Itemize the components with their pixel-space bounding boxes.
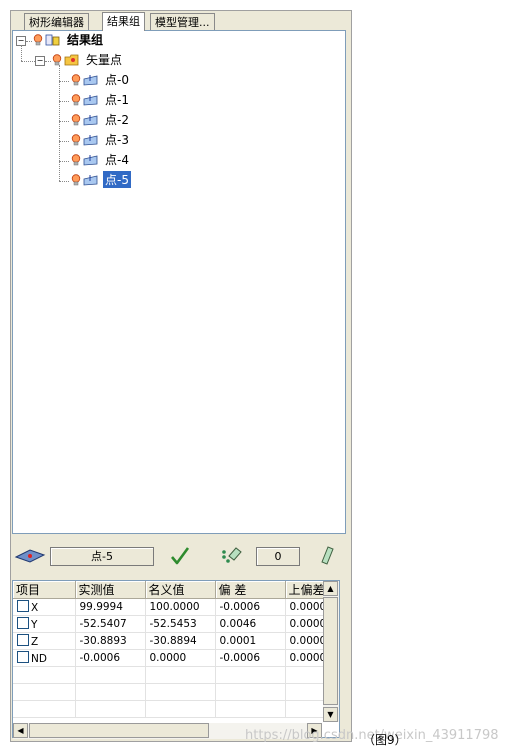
nominal-cell: 100.0000 xyxy=(145,598,216,616)
confirm-check-icon[interactable] xyxy=(170,546,190,566)
count-field[interactable]: 0 xyxy=(256,547,300,566)
lightbulb-icon xyxy=(71,174,81,186)
results-table: 项目 实测值 名义值 偏 差 上偏差 X 99.9994 100.0000 -0… xyxy=(13,581,336,718)
table-row[interactable]: ND -0.0006 0.0000 -0.0006 0.0000 xyxy=(13,649,336,667)
item-label: Z xyxy=(31,636,39,648)
horizontal-scroll-thumb[interactable] xyxy=(29,723,209,738)
tab-tree-editor[interactable]: 树形编辑器 xyxy=(24,13,89,30)
probe-point-icon[interactable] xyxy=(14,547,46,565)
lightbulb-icon xyxy=(71,74,81,86)
vertical-scroll-thumb[interactable] xyxy=(323,597,338,705)
row-checkbox[interactable] xyxy=(17,600,29,612)
tree-group-label[interactable]: 矢量点 xyxy=(84,51,124,68)
lightbulb-icon xyxy=(71,134,81,146)
table-row[interactable]: X 99.9994 100.0000 -0.0006 0.0000 xyxy=(13,598,336,616)
vertical-scrollbar[interactable]: ▲ ▼ xyxy=(323,581,339,722)
table-row-empty xyxy=(13,683,336,701)
deviation-cell: 0.0001 xyxy=(215,632,286,650)
vector-point-icon xyxy=(83,75,98,86)
tab-strip: 树形编辑器 结果组 模型管理... xyxy=(10,12,340,31)
row-checkbox[interactable] xyxy=(17,617,29,629)
item-cell: X xyxy=(13,598,76,616)
row-checkbox[interactable] xyxy=(17,651,29,663)
scroll-left-icon[interactable]: ◀ xyxy=(13,723,28,738)
vector-point-icon xyxy=(83,95,98,106)
vector-point-icon xyxy=(83,175,98,186)
lightbulb-icon xyxy=(71,114,81,126)
nominal-cell: -52.5453 xyxy=(145,615,216,633)
deviation-cell: 0.0046 xyxy=(215,615,286,633)
tree-point-item[interactable]: 点-4 xyxy=(103,151,131,168)
tab-model-manager[interactable]: 模型管理... xyxy=(150,13,215,30)
measured-cell: 99.9994 xyxy=(75,598,146,616)
lightbulb-icon xyxy=(71,154,81,166)
table-row-empty xyxy=(13,700,336,718)
col-nominal-header[interactable]: 名义值 xyxy=(145,581,216,599)
eraser-icon[interactable] xyxy=(318,544,336,566)
vector-point-icon xyxy=(83,135,98,146)
vector-point-icon xyxy=(83,155,98,166)
table-header-row: 项目 实测值 名义值 偏 差 上偏差 xyxy=(13,581,336,599)
lightbulb-icon xyxy=(71,94,81,106)
item-cell: Z xyxy=(13,632,76,650)
nominal-cell: -30.8894 xyxy=(145,632,216,650)
deviation-cell: -0.0006 xyxy=(215,598,286,616)
tree-point-item[interactable]: 点-0 xyxy=(103,71,131,88)
nominal-cell: 0.0000 xyxy=(145,649,216,667)
folder-icon xyxy=(64,54,79,66)
tree-point-item-selected[interactable]: 点-5 xyxy=(103,171,131,188)
table-row-empty xyxy=(13,666,336,684)
figure-caption: （图9） xyxy=(363,733,407,747)
measured-cell: -52.5407 xyxy=(75,615,146,633)
result-tree[interactable]: − 结果组 − 矢量点 点-0 点-1 点-2 点-3 点-4 点-5 xyxy=(12,30,346,534)
item-label: X xyxy=(31,602,39,614)
table-row[interactable]: Z -30.8893 -30.8894 0.0001 0.0000 xyxy=(13,632,336,650)
item-cell: Y xyxy=(13,615,76,633)
item-cell: ND xyxy=(13,649,76,667)
col-deviation-header[interactable]: 偏 差 xyxy=(215,581,286,599)
tree-point-item[interactable]: 点-2 xyxy=(103,111,131,128)
scroll-down-icon[interactable]: ▼ xyxy=(323,707,338,722)
measured-cell: -0.0006 xyxy=(75,649,146,667)
lightbulb-icon xyxy=(33,34,43,46)
current-point-field[interactable]: 点-5 xyxy=(50,547,154,566)
item-label: Y xyxy=(31,619,38,631)
row-checkbox[interactable] xyxy=(17,634,29,646)
result-group-icon xyxy=(45,34,60,46)
scroll-up-icon[interactable]: ▲ xyxy=(323,581,338,596)
table-row[interactable]: Y -52.5407 -52.5453 0.0046 0.0000 xyxy=(13,615,336,633)
tree-point-item[interactable]: 点-3 xyxy=(103,131,131,148)
tree-root-label[interactable]: 结果组 xyxy=(65,31,105,48)
deviation-cell: -0.0006 xyxy=(215,649,286,667)
measured-cell: -30.8893 xyxy=(75,632,146,650)
point-toolbar: 点-5 0 xyxy=(12,538,346,578)
col-measured-header[interactable]: 实测值 xyxy=(75,581,146,599)
tree-point-item[interactable]: 点-1 xyxy=(103,91,131,108)
collapse-group-icon[interactable]: − xyxy=(35,56,45,66)
tab-result-group[interactable]: 结果组 xyxy=(102,12,145,31)
vector-point-icon xyxy=(83,115,98,126)
point-cloud-eraser-icon[interactable] xyxy=(220,544,244,566)
item-label: ND xyxy=(31,653,47,665)
lightbulb-icon xyxy=(52,54,62,66)
results-grid[interactable]: 项目 实测值 名义值 偏 差 上偏差 X 99.9994 100.0000 -0… xyxy=(12,580,340,738)
col-item-header[interactable]: 项目 xyxy=(13,581,76,599)
